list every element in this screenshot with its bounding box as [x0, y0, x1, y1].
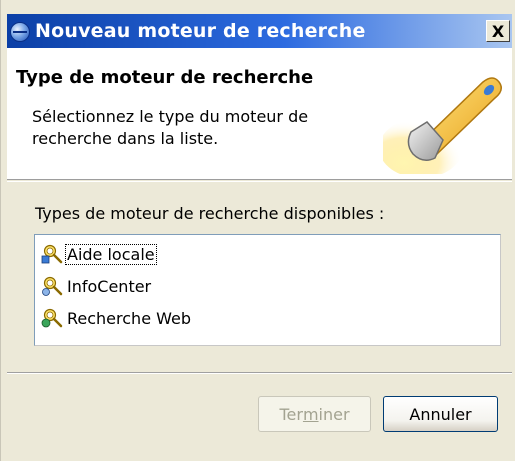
eclipse-icon	[10, 22, 30, 42]
wizard-header: Type de moteur de recherche Sélectionnez…	[7, 48, 512, 180]
search-engine-web-icon	[41, 308, 63, 328]
list-item-label: InfoCenter	[67, 276, 152, 296]
cancel-button[interactable]: Annuler	[383, 396, 498, 432]
flashlight-icon	[383, 77, 502, 174]
dialog-window: Nouveau moteur de recherche X Type de mo…	[0, 0, 515, 461]
cancel-label: Annuler	[409, 404, 472, 424]
footer-separator-highlight	[7, 373, 512, 374]
window-title: Nouveau moteur de recherche	[35, 20, 366, 42]
list-item-recherche-web[interactable]: Recherche Web	[41, 306, 193, 330]
list-item-aide-locale[interactable]: Aide locale	[41, 242, 157, 266]
engine-type-list[interactable]: Aide locale InfoCenter Recherche Web	[34, 234, 501, 346]
list-item-label: Recherche Web	[67, 308, 191, 328]
close-button[interactable]: X	[486, 20, 510, 42]
finish-label-part: iner	[318, 404, 350, 424]
finish-button[interactable]: Ter m iner	[258, 396, 371, 432]
search-engine-infocenter-icon	[42, 276, 63, 296]
finish-label-part: Ter	[279, 404, 303, 424]
list-label: Types de moteur de recherche disponibles…	[35, 204, 385, 223]
search-engine-local-icon	[41, 244, 63, 264]
close-icon: X	[491, 21, 505, 41]
title-bar[interactable]: Nouveau moteur de recherche X	[7, 14, 512, 48]
page-title: Type de moteur de recherche	[16, 67, 314, 88]
list-item-infocenter[interactable]: InfoCenter	[41, 274, 153, 298]
header-separator	[7, 181, 512, 182]
list-item-label: Aide locale	[65, 243, 157, 265]
page-description: Sélectionnez le type du moteur de recher…	[32, 107, 309, 148]
finish-label-mnemonic: m	[302, 404, 319, 424]
